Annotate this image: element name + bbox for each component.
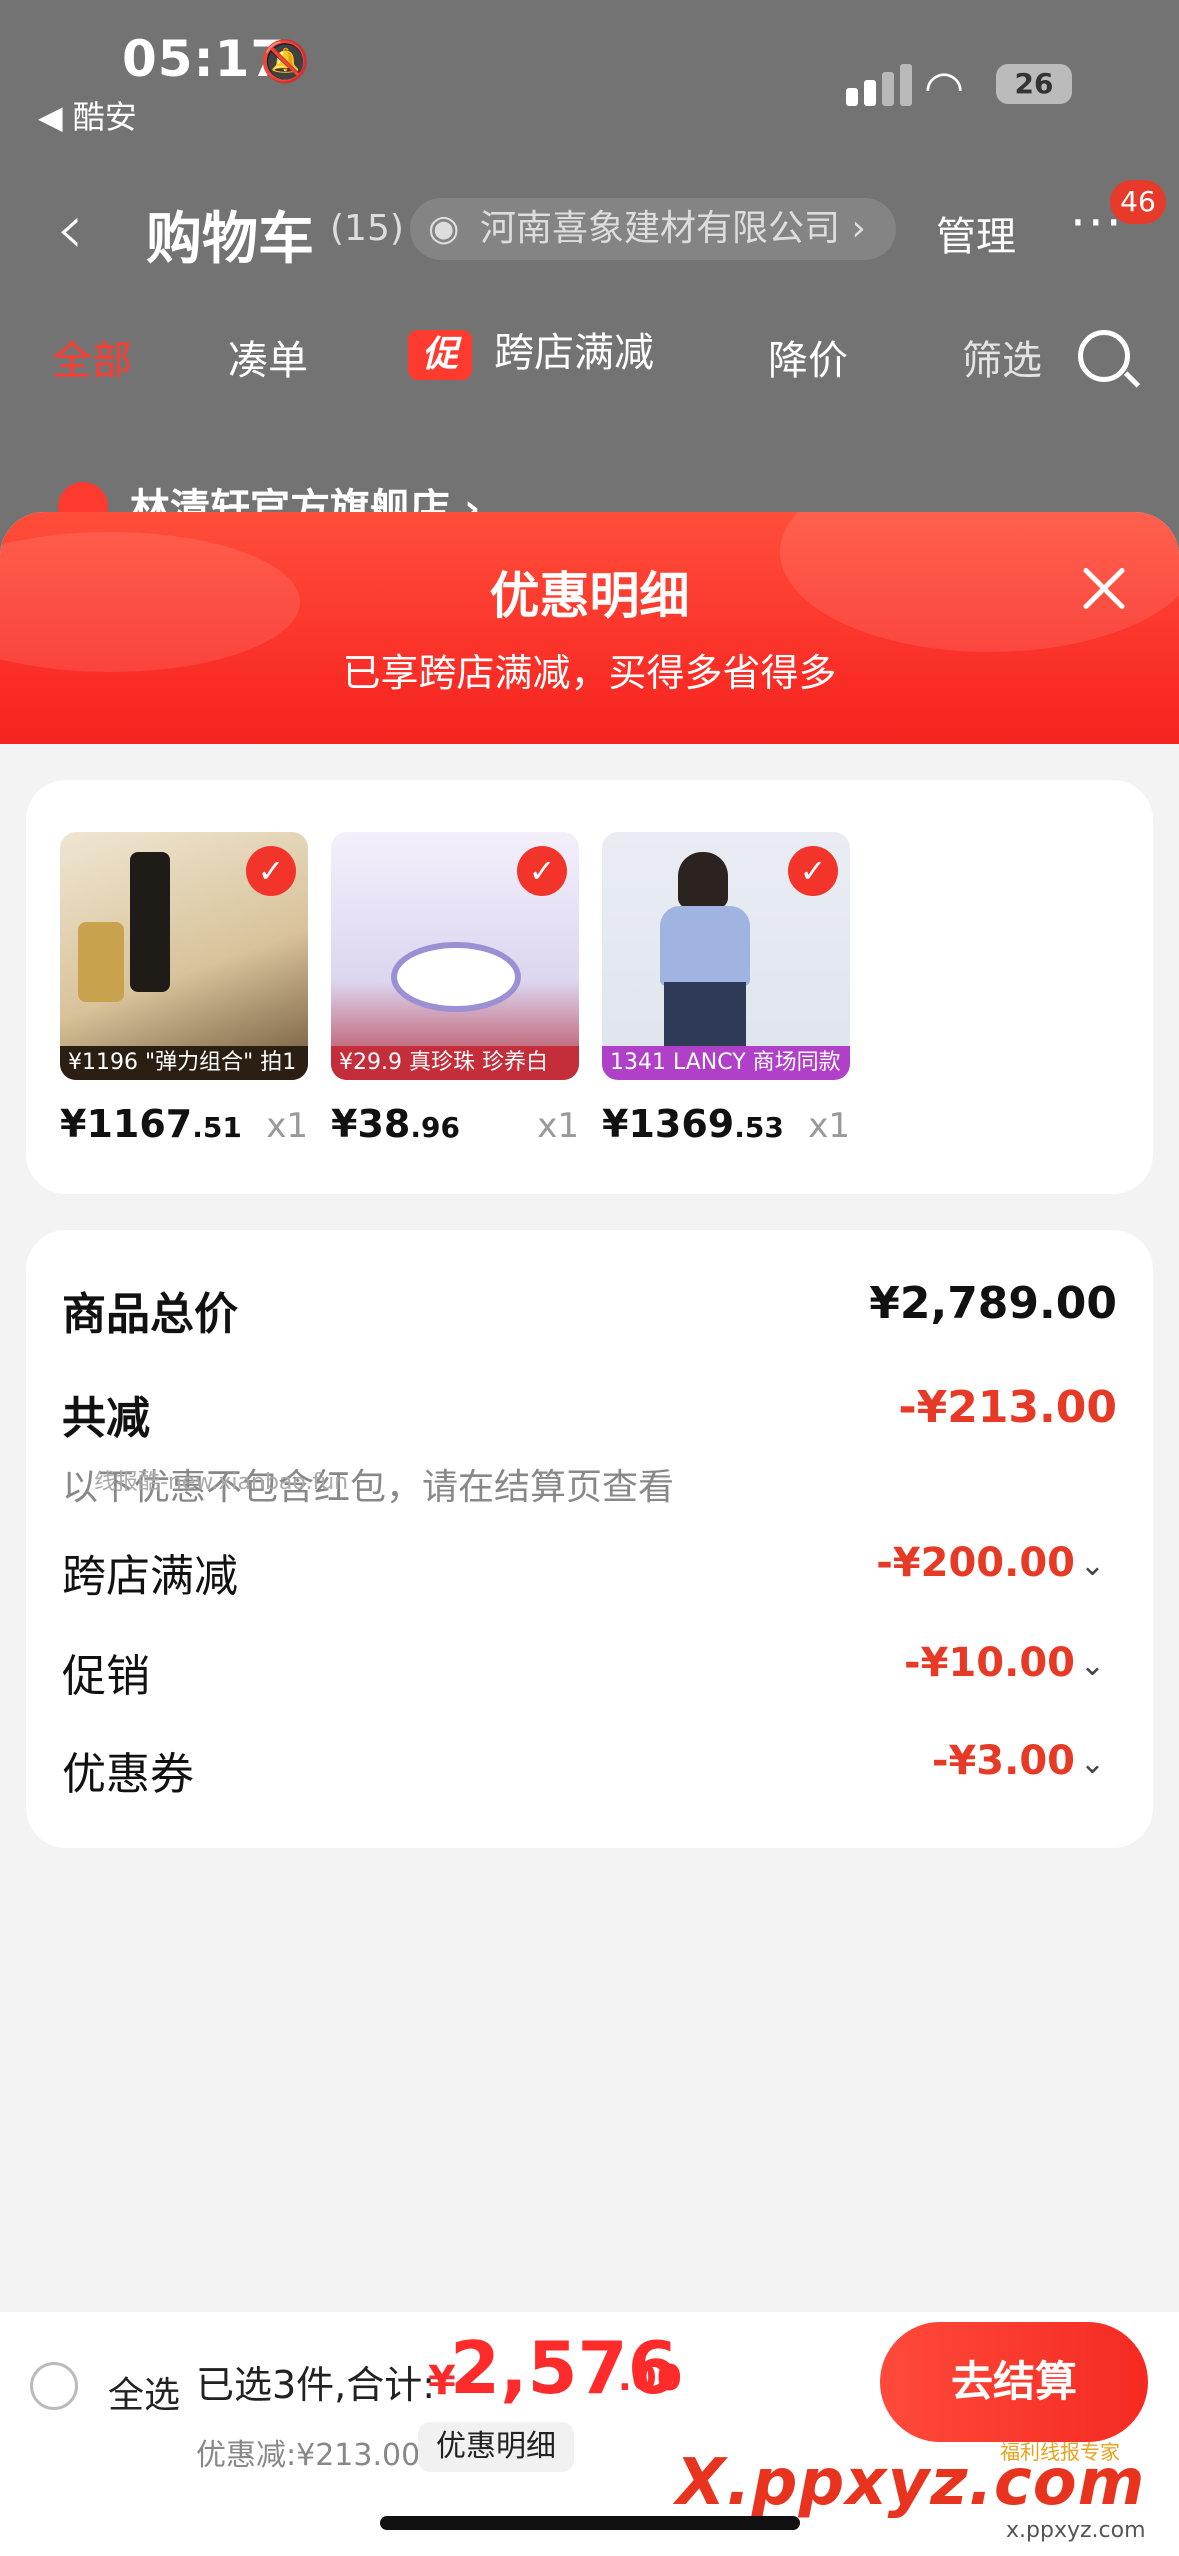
discount-row-label: 跨店满减 (62, 1551, 238, 1602)
filter-tabs: 全部 凑单 促跨店满减 降价 筛选 (0, 320, 1179, 390)
wifi-icon: ◠ (924, 60, 965, 114)
discount-summary: 优惠减:¥213.00 (196, 2438, 421, 2473)
tab-bundle[interactable]: 凑单 (228, 328, 308, 386)
product-quantity: x1 (808, 1106, 850, 1146)
status-bar: 05:17 🔕 ◀ 酷安 ◠ 26 (0, 0, 1179, 140)
product-bottle-shape (130, 852, 170, 992)
discount-row-label: 优惠券 (62, 1749, 194, 1800)
back-to-app-link[interactable]: ◀ 酷安 (38, 92, 137, 138)
total-price-label: 商品总价 (62, 1289, 238, 1340)
product-image[interactable]: ✓ ¥29.9 真珍珠 珍养白 (331, 832, 579, 1080)
price-integer: ¥1167 (60, 1102, 193, 1146)
home-indicator[interactable] (380, 2516, 800, 2530)
signal-icon (846, 62, 916, 106)
product-item[interactable]: ✓ 1341 LANCY 商场同款 不止8折 ¥1369.53 x1 (602, 832, 850, 1146)
close-icon[interactable] (1072, 558, 1134, 620)
eye-icon: ◉ (428, 208, 460, 249)
product-bottle-shape (78, 922, 124, 1002)
price-integer: ¥38 (331, 1102, 411, 1146)
product-image-caption: 1341 LANCY 商场同款 不止8折 (602, 1046, 850, 1080)
chevron-right-icon: › (851, 208, 866, 249)
brand-watermark-tag: 福利线报专家 (1000, 2440, 1120, 2464)
watermark-text: 线报酷-new.xianbao.fun (94, 1470, 349, 1495)
total-decimal: .00 (618, 2358, 682, 2399)
tab-cross-store-label: 跨店满减 (494, 330, 654, 376)
product-image[interactable]: ✓ 1341 LANCY 商场同款 不止8折 (602, 832, 850, 1080)
selected-count-text: 已选3件,合计: (196, 2363, 436, 2407)
checkout-button[interactable]: 去结算 (880, 2322, 1148, 2442)
product-item[interactable]: ✓ ¥29.9 真珍珠 珍养白 ¥38.96 x1 (331, 832, 579, 1146)
nav-bar: ‹ 购物车 (15) ◉ 河南喜象建材有限公司 › 管理 ··· 46 (0, 170, 1179, 290)
product-item[interactable]: ✓ ¥1196 "弹力组合" 拍1到手22件好礼 ¥1167.51 x1 (60, 832, 308, 1146)
product-image-caption: ¥29.9 真珍珠 珍养白 (331, 1046, 579, 1080)
model-cardigan-shape (660, 906, 750, 986)
discount-detail-button[interactable]: 优惠明细 (418, 2422, 574, 2472)
discount-row-value: -¥200.00 (876, 1540, 1075, 1586)
product-price: ¥1167.51 (60, 1102, 242, 1146)
back-arrow-icon[interactable]: ‹ (56, 188, 84, 270)
checked-icon: ✓ (246, 846, 296, 896)
chevron-down-icon[interactable]: ⌄ (1080, 1648, 1105, 1683)
manage-button[interactable]: 管理 (936, 204, 1016, 262)
select-all-checkbox[interactable] (30, 2362, 78, 2410)
checked-icon: ✓ (517, 846, 567, 896)
products-card: ✓ ¥1196 "弹力组合" 拍1到手22件好礼 ¥1167.51 x1 ✓ ¥… (26, 780, 1153, 1194)
tab-all[interactable]: 全部 (52, 328, 132, 386)
battery-icon: 26 (996, 64, 1072, 104)
product-quantity: x1 (266, 1106, 308, 1146)
tab-filter[interactable]: 筛选 (962, 328, 1042, 386)
sheet-header: 优惠明细 已享跨店满减，买得多省得多 (0, 512, 1179, 744)
product-jar-shape (391, 942, 521, 1012)
product-image-caption: ¥1196 "弹力组合" 拍1到手22件好礼 (60, 1046, 308, 1080)
sheet-subtitle: 已享跨店满减，买得多省得多 (342, 651, 837, 695)
product-price: ¥38.96 (331, 1102, 460, 1146)
model-hair-shape (678, 852, 728, 908)
address-text: 河南喜象建材有限公司 (480, 208, 841, 249)
promo-tag-icon: 促 (408, 330, 472, 380)
checkout-bar: 全选 已选3件,合计: ¥ 2,576 .00 优惠减:¥213.00 优惠明细… (0, 2312, 1179, 2556)
chevron-down-icon[interactable]: ⌄ (1080, 1746, 1105, 1781)
total-price-value: ¥2,789.00 (869, 1278, 1117, 1329)
product-price: ¥1369.53 (602, 1102, 784, 1146)
page-title: 购物车 (146, 207, 314, 272)
tab-price-drop[interactable]: 降价 (768, 328, 848, 386)
message-badge: 46 (1110, 180, 1166, 224)
cart-count: (15) (330, 208, 404, 249)
tab-cross-store[interactable]: 促跨店满减 (408, 320, 654, 380)
model-skirt-shape (664, 982, 746, 1046)
product-image[interactable]: ✓ ¥1196 "弹力组合" 拍1到手22件好礼 (60, 832, 308, 1080)
sheet-title: 优惠明细 (489, 567, 690, 625)
price-decimal: .53 (734, 1111, 784, 1144)
product-quantity: x1 (537, 1106, 579, 1146)
mute-bell-icon: 🔕 (260, 39, 310, 85)
price-integer: ¥1369 (602, 1102, 735, 1146)
price-summary-card: 商品总价 ¥2,789.00 共减 -¥213.00 以下优惠不包含红包，请在结… (26, 1230, 1153, 1848)
chevron-down-icon[interactable]: ⌄ (1080, 1548, 1105, 1583)
address-selector[interactable]: ◉ 河南喜象建材有限公司 › (410, 198, 896, 260)
total-reduction-label: 共减 (62, 1393, 150, 1444)
discount-row-value: -¥3.00 (931, 1738, 1075, 1784)
discount-row-value: -¥10.00 (904, 1640, 1075, 1686)
checked-icon: ✓ (788, 846, 838, 896)
price-decimal: .51 (192, 1111, 242, 1144)
search-icon[interactable] (1078, 330, 1130, 382)
total-reduction-value: -¥213.00 (898, 1382, 1117, 1433)
select-all-label[interactable]: 全选 (108, 2366, 180, 2418)
price-decimal: .96 (410, 1111, 460, 1144)
discount-row-label: 促销 (62, 1651, 150, 1702)
brand-watermark-url: x.ppxyz.com (1006, 2518, 1146, 2543)
discount-detail-sheet: 优惠明细 已享跨店满减，买得多省得多 ✓ ¥1196 "弹力组合" 拍1到手22… (0, 512, 1179, 2556)
